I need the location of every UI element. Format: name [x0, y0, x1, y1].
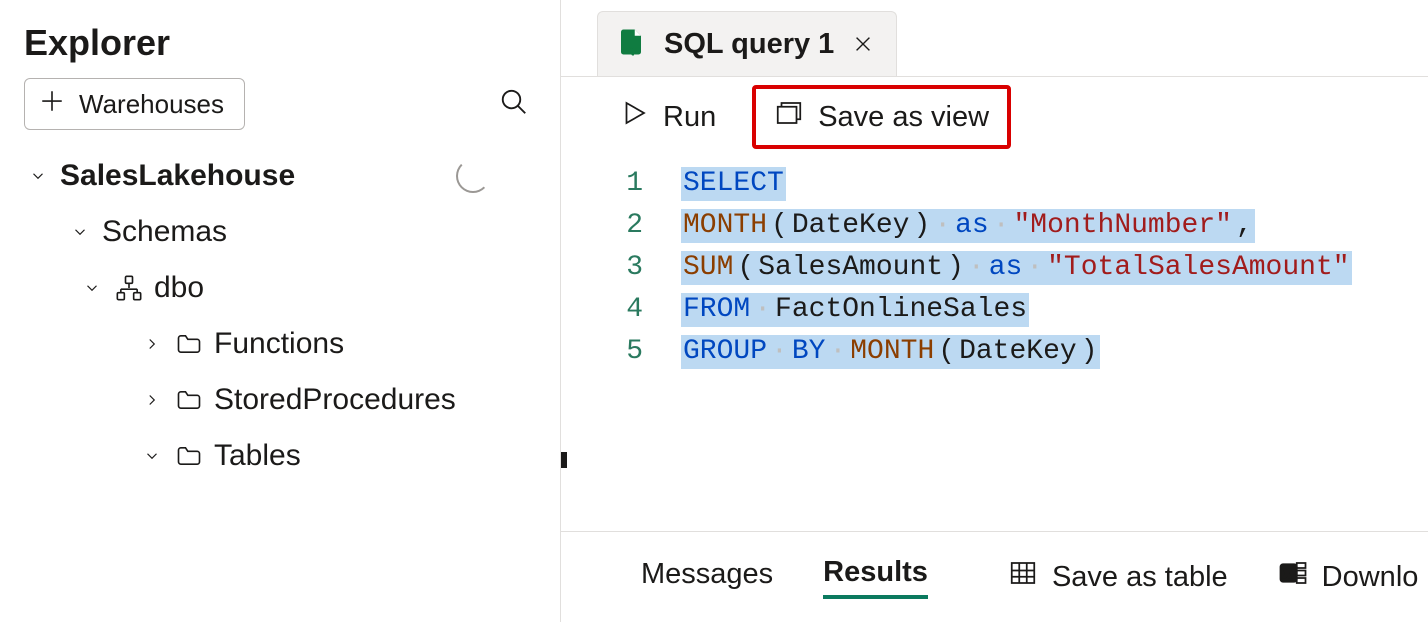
sql-editor[interactable]: 12345 SELECTMONTH(DateKey)·as·"MonthNumb… [561, 157, 1428, 531]
tree-label-database: SalesLakehouse [60, 159, 295, 193]
results-tab[interactable]: Results [823, 556, 928, 599]
add-warehouses-label: Warehouses [79, 89, 224, 120]
query-tab-label: SQL query 1 [664, 28, 834, 61]
save-view-icon [774, 98, 804, 136]
results-toolbar: Messages Results Save as table X Downlo [561, 531, 1428, 622]
code-line: SUM(SalesAmount)·as·"TotalSalesAmount" [681, 247, 1428, 289]
svg-text:SQL: SQL [622, 45, 641, 55]
save-as-view-label: Save as view [818, 101, 989, 134]
tree-node-database[interactable]: SalesLakehouse [20, 148, 550, 204]
folder-icon [174, 329, 204, 359]
run-button[interactable]: Run [601, 89, 734, 145]
tree-node-functions[interactable]: Functions [20, 316, 550, 372]
table-icon [1008, 558, 1038, 596]
tree-node-tables[interactable]: Tables [20, 428, 550, 484]
code-line: GROUP·BY·MONTH(DateKey) [681, 331, 1428, 373]
chevron-down-icon [80, 276, 104, 300]
close-icon [852, 42, 874, 59]
explorer-tree: SalesLakehouse Schemas dbo [0, 148, 560, 484]
code-line: FROM·FactOnlineSales [681, 289, 1428, 331]
tree-node-dbo[interactable]: dbo [20, 260, 550, 316]
code-line: MONTH(DateKey)·as·"MonthNumber", [681, 205, 1428, 247]
query-tab[interactable]: SQL SQL query 1 [597, 11, 897, 76]
chevron-down-icon [140, 444, 164, 468]
plus-icon [39, 88, 65, 121]
play-icon [619, 98, 649, 136]
line-number: 5 [561, 331, 643, 373]
explorer-title: Explorer [0, 0, 560, 78]
line-number: 3 [561, 247, 643, 289]
save-as-table-button[interactable]: Save as table [1008, 558, 1228, 596]
excel-icon: X [1278, 558, 1308, 596]
split-handle[interactable] [561, 452, 567, 468]
chevron-down-icon [68, 220, 92, 244]
tree-node-schemas[interactable]: Schemas [20, 204, 550, 260]
messages-tab[interactable]: Messages [641, 558, 773, 597]
tree-node-stored-procedures[interactable]: StoredProcedures [20, 372, 550, 428]
query-toolbar: Run Save as view [561, 77, 1428, 157]
save-as-view-button[interactable]: Save as view [756, 89, 1007, 145]
download-excel-button[interactable]: X Downlo [1278, 558, 1419, 596]
tree-label-schemas: Schemas [102, 215, 227, 249]
schema-icon [114, 273, 144, 303]
loading-spinner-icon [456, 159, 490, 193]
add-warehouses-button[interactable]: Warehouses [24, 78, 245, 130]
tree-label-sprocs: StoredProcedures [214, 383, 456, 417]
main-pane: SQL SQL query 1 Run [561, 0, 1428, 622]
chevron-down-icon [26, 164, 50, 188]
chevron-right-icon [140, 388, 164, 412]
tree-label-functions: Functions [214, 327, 344, 361]
code-line: SELECT [681, 163, 1428, 205]
search-button[interactable] [492, 82, 536, 126]
run-label: Run [663, 101, 716, 134]
svg-text:X: X [1283, 567, 1292, 581]
download-label: Downlo [1322, 561, 1419, 594]
folder-icon [174, 385, 204, 415]
line-number: 4 [561, 289, 643, 331]
tree-label-tables: Tables [214, 439, 301, 473]
explorer-sidebar: Explorer Warehouses SalesLakehouse [0, 0, 561, 622]
line-number: 2 [561, 205, 643, 247]
editor-gutter: 12345 [561, 163, 661, 531]
search-icon [499, 87, 529, 122]
sql-file-icon: SQL [616, 27, 646, 62]
folder-icon [174, 441, 204, 471]
close-tab-button[interactable] [852, 33, 874, 55]
save-as-table-label: Save as table [1052, 561, 1228, 594]
query-tab-bar: SQL SQL query 1 [561, 0, 1428, 77]
line-number: 1 [561, 163, 643, 205]
editor-content[interactable]: SELECTMONTH(DateKey)·as·"MonthNumber",SU… [661, 163, 1428, 531]
tree-label-dbo: dbo [154, 271, 204, 305]
chevron-right-icon [140, 332, 164, 356]
